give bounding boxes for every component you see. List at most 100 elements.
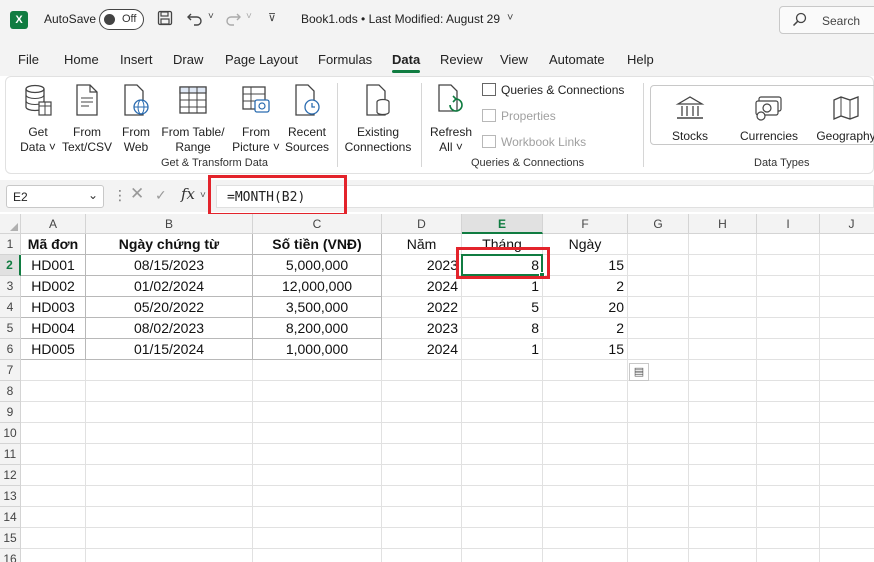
cell-j13[interactable] (820, 486, 874, 507)
cell-d9[interactable] (382, 402, 462, 423)
cell-d1[interactable]: Năm (382, 234, 462, 255)
cell-a8[interactable] (21, 381, 86, 402)
cell-i5[interactable] (757, 318, 820, 339)
existing-connections-button[interactable]: Existing Connections (342, 83, 414, 155)
stocks-button[interactable]: Stocks (666, 95, 714, 144)
chevron-down-icon[interactable]: ⌄ (88, 188, 98, 202)
cell-g4[interactable] (628, 297, 689, 318)
cell-c7[interactable] (253, 360, 382, 381)
cell-h5[interactable] (689, 318, 757, 339)
cell-h14[interactable] (689, 507, 757, 528)
cell-d5[interactable]: 2023 (382, 318, 462, 339)
cell-f16[interactable] (543, 549, 628, 562)
cell-b5[interactable]: 08/02/2023 (86, 318, 253, 339)
cell-i15[interactable] (757, 528, 820, 549)
from-text-csv-button[interactable]: From Text/CSV (61, 83, 113, 155)
cell-c15[interactable] (253, 528, 382, 549)
cell-a12[interactable] (21, 465, 86, 486)
row-header-10[interactable]: 10 (0, 423, 21, 444)
cell-c11[interactable] (253, 444, 382, 465)
cell-j12[interactable] (820, 465, 874, 486)
cell-c6[interactable]: 1,000,000 (253, 339, 382, 360)
cell-a11[interactable] (21, 444, 86, 465)
cell-c13[interactable] (253, 486, 382, 507)
cell-j6[interactable] (820, 339, 874, 360)
cell-h1[interactable] (689, 234, 757, 255)
row-header-13[interactable]: 13 (0, 486, 21, 507)
cell-i13[interactable] (757, 486, 820, 507)
cell-b2[interactable]: 08/15/2023 (86, 255, 253, 276)
tab-view[interactable]: View (500, 52, 528, 67)
cell-f14[interactable] (543, 507, 628, 528)
select-all-corner[interactable] (0, 214, 21, 234)
undo-dropdown-icon[interactable]: ˅ (208, 11, 214, 22)
cell-a5[interactable]: HD004 (21, 318, 86, 339)
cell-j11[interactable] (820, 444, 874, 465)
cell-f7[interactable] (543, 360, 628, 381)
properties-button[interactable]: Properties (482, 109, 556, 123)
cell-a4[interactable]: HD003 (21, 297, 86, 318)
cell-e13[interactable] (462, 486, 543, 507)
column-header-h[interactable]: H (689, 214, 757, 234)
column-header-a[interactable]: A (21, 214, 86, 234)
from-web-button[interactable]: From Web (116, 83, 156, 155)
cell-b13[interactable] (86, 486, 253, 507)
cell-d4[interactable]: 2022 (382, 297, 462, 318)
cell-i10[interactable] (757, 423, 820, 444)
cell-a14[interactable] (21, 507, 86, 528)
cell-i4[interactable] (757, 297, 820, 318)
cell-f1[interactable]: Ngày (543, 234, 628, 255)
refresh-all-button[interactable]: Refresh All ˅ (428, 83, 474, 155)
cell-e10[interactable] (462, 423, 543, 444)
cell-g5[interactable] (628, 318, 689, 339)
row-header-5[interactable]: 5 (0, 318, 21, 339)
row-header-14[interactable]: 14 (0, 507, 21, 528)
cell-b14[interactable] (86, 507, 253, 528)
cell-i6[interactable] (757, 339, 820, 360)
cell-a2[interactable]: HD001 (21, 255, 86, 276)
column-header-b[interactable]: B (86, 214, 253, 234)
cell-h2[interactable] (689, 255, 757, 276)
redo-dropdown-icon[interactable]: ˅ (246, 11, 252, 22)
cell-a1[interactable]: Mã đơn (21, 234, 86, 255)
cell-a16[interactable] (21, 549, 86, 562)
customize-toolbar-icon[interactable]: ⊽ (268, 11, 276, 24)
cell-f11[interactable] (543, 444, 628, 465)
cell-j10[interactable] (820, 423, 874, 444)
currencies-button[interactable]: Currencies (737, 95, 801, 144)
cell-c16[interactable] (253, 549, 382, 562)
cell-b8[interactable] (86, 381, 253, 402)
redo-icon[interactable] (224, 10, 242, 31)
cell-j2[interactable] (820, 255, 874, 276)
recent-sources-button[interactable]: Recent Sources (282, 83, 332, 155)
cell-h8[interactable] (689, 381, 757, 402)
cell-g8[interactable] (628, 381, 689, 402)
cell-c12[interactable] (253, 465, 382, 486)
cell-c14[interactable] (253, 507, 382, 528)
save-icon[interactable] (157, 10, 173, 31)
cell-d2[interactable]: 2023 (382, 255, 462, 276)
cell-d11[interactable] (382, 444, 462, 465)
autosave-toggle[interactable]: Off (99, 9, 144, 30)
tab-page-layout[interactable]: Page Layout (225, 52, 298, 67)
cell-j9[interactable] (820, 402, 874, 423)
cell-j14[interactable] (820, 507, 874, 528)
cell-g12[interactable] (628, 465, 689, 486)
cell-f12[interactable] (543, 465, 628, 486)
cell-c10[interactable] (253, 423, 382, 444)
cell-h10[interactable] (689, 423, 757, 444)
cell-j15[interactable] (820, 528, 874, 549)
queries-connections-button[interactable]: Queries & Connections (482, 83, 624, 97)
cell-b1[interactable]: Ngày chứng từ (86, 234, 253, 255)
cell-g3[interactable] (628, 276, 689, 297)
tab-formulas[interactable]: Formulas (318, 52, 372, 67)
insert-function-icon[interactable]: fx (181, 185, 195, 203)
cell-i8[interactable] (757, 381, 820, 402)
cell-c2[interactable]: 5,000,000 (253, 255, 382, 276)
cell-h7[interactable] (689, 360, 757, 381)
cell-d10[interactable] (382, 423, 462, 444)
row-header-15[interactable]: 15 (0, 528, 21, 549)
cell-i3[interactable] (757, 276, 820, 297)
cell-h4[interactable] (689, 297, 757, 318)
cell-j16[interactable] (820, 549, 874, 562)
